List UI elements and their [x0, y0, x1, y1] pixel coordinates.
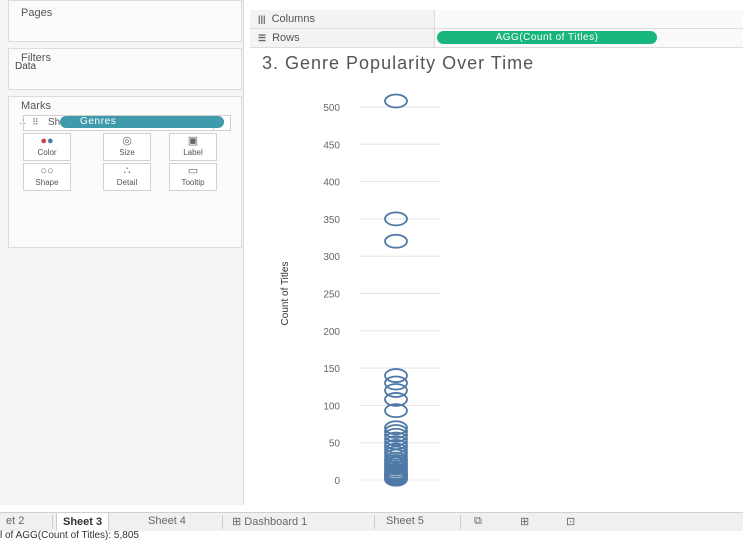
columns-drop-zone[interactable]: [434, 10, 743, 28]
tab-separator: [460, 515, 461, 529]
y-tick-label: 450: [323, 140, 340, 151]
data-point[interactable]: [384, 93, 408, 109]
size-button-label: Size: [119, 148, 135, 157]
filters-truncated-label: Data: [15, 61, 37, 72]
y-tick-label: 150: [323, 364, 340, 375]
tab-separator: [222, 515, 223, 529]
pages-card: Pages: [8, 0, 242, 42]
tooltip-button[interactable]: ▭ Tooltip: [169, 163, 217, 191]
sheet-tabs: et 2 Sheet 3 Sheet 4 ⊞ Dashboard 1 Sheet…: [0, 512, 743, 531]
y-axis-label: Count of Titles: [280, 262, 291, 326]
tab-sheet-5[interactable]: Sheet 5: [386, 515, 424, 527]
y-tick-label: 500: [323, 103, 340, 114]
shape-type-icon: ⠿: [32, 117, 39, 127]
columns-icon: |||: [258, 14, 266, 24]
detail-field-icon: ∴: [20, 117, 26, 127]
columns-shelf[interactable]: ||| Columns: [250, 10, 743, 29]
y-tick-label: 200: [323, 327, 340, 338]
label-button[interactable]: ▣ Label: [169, 133, 217, 161]
marks-title: Marks: [21, 100, 51, 112]
tab-dashboard-1[interactable]: ⊞ Dashboard 1: [232, 515, 307, 528]
shape-button[interactable]: ○○ Shape: [23, 163, 71, 191]
y-tick-label: 100: [323, 401, 340, 412]
shape-icon: ○○: [40, 165, 54, 177]
tab-sheet-4[interactable]: Sheet 4: [148, 515, 186, 527]
rows-field-pill[interactable]: AGG(Count of Titles): [437, 31, 657, 44]
status-bar-text: l of AGG(Count of Titles): 5,805: [0, 530, 139, 541]
detail-button[interactable]: ∴ Detail: [103, 163, 151, 191]
genres-pill[interactable]: Genres: [60, 116, 224, 128]
y-tick-label: 250: [323, 290, 340, 301]
tooltip-icon: ▭: [187, 165, 199, 177]
label-icon: ▣: [187, 135, 199, 147]
y-tick-label: 0: [334, 476, 340, 487]
new-dashboard-icon[interactable]: ⊞: [520, 515, 529, 528]
y-tick-label: 50: [329, 439, 341, 450]
y-tick-label: 400: [323, 178, 340, 189]
scatter-chart: 0 50 100 150 200 250 300 350 400 450 500 Count of T…: [280, 93, 440, 487]
color-button[interactable]: ●● Color: [23, 133, 71, 161]
new-sheet-icon[interactable]: ⧉: [474, 515, 482, 528]
color-icon: ●●: [40, 135, 54, 147]
size-button[interactable]: ◎ Size: [103, 133, 151, 161]
rows-label: ☰ Rows: [258, 32, 300, 44]
pages-title: Pages: [21, 7, 53, 19]
left-panel: Pages Filters Data Marks ⠿ Shape ▼ ●● Co…: [0, 0, 244, 505]
label-button-label: Label: [183, 148, 203, 157]
y-tick-label: 300: [323, 252, 340, 263]
tab-separator: [374, 515, 375, 529]
y-tick-label: 350: [323, 215, 340, 226]
size-icon: ◎: [122, 135, 132, 147]
data-point[interactable]: [384, 375, 408, 391]
tab-separator: [52, 515, 53, 529]
tab-dashboard-1-label: Dashboard 1: [244, 516, 308, 528]
data-point[interactable]: [384, 233, 408, 249]
columns-label-text: Columns: [271, 13, 315, 25]
data-point[interactable]: [384, 368, 408, 383]
tab-sheet-3[interactable]: Sheet 3: [56, 513, 110, 531]
filters-card[interactable]: Filters Data: [8, 48, 242, 90]
shape-button-label: Shape: [35, 178, 59, 187]
dashboard-icon: ⊞: [232, 516, 245, 528]
new-story-icon[interactable]: ⊡: [566, 515, 575, 528]
tab-sheet-2[interactable]: et 2: [6, 515, 24, 527]
detail-icon: ∴: [123, 165, 131, 177]
color-button-label: Color: [37, 148, 57, 157]
tooltip-button-label: Tooltip: [181, 178, 205, 187]
columns-label: ||| Columns: [258, 13, 315, 25]
rows-label-text: Rows: [272, 32, 300, 44]
detail-button-label: Detail: [116, 178, 138, 187]
rows-icon: ☰: [258, 33, 267, 43]
